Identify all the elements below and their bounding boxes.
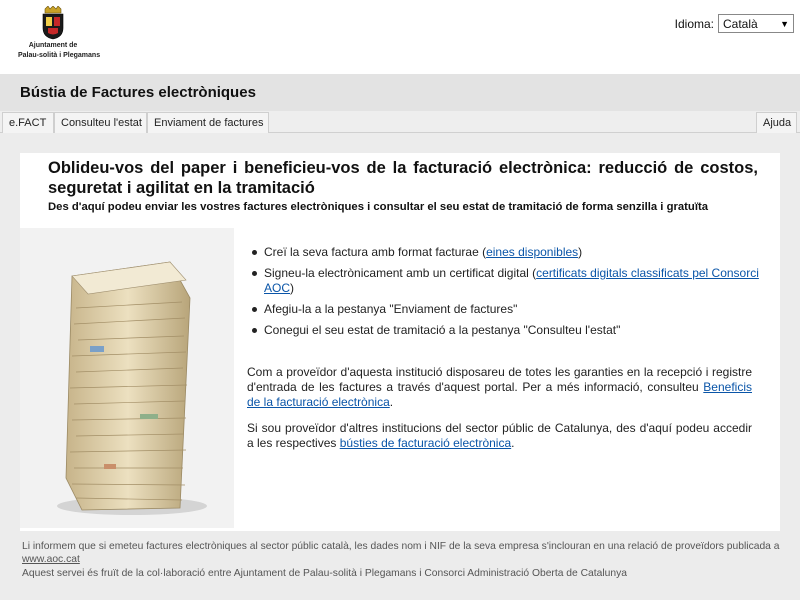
step-1-close: ): [578, 245, 583, 259]
language-dropdown[interactable]: Català ▼: [718, 14, 794, 33]
main-content: Oblideu-vos del paper i beneficieu-vos d…: [0, 133, 800, 533]
step-4-text: Conegui el seu estat de tramitació a la …: [264, 323, 621, 337]
step-2-text: Signeu-la electrònicament amb un certifi…: [264, 266, 537, 280]
collaboration-notice: Aquest servei és fruït de la col·laborac…: [22, 568, 627, 579]
tab-efact[interactable]: e.FACT: [2, 112, 54, 133]
content-panel: Oblideu-vos del paper i beneficieu-vos d…: [20, 153, 780, 531]
coat-of-arms-icon: [42, 6, 64, 40]
title-bar: Bústia de Factures electròniques: [0, 74, 800, 111]
busties-link[interactable]: bústies de facturació electrònica: [340, 436, 511, 450]
chevron-down-icon: ▼: [780, 18, 789, 29]
guarantees-paragraph: Com a proveïdor d'aquesta institució dis…: [247, 365, 752, 410]
paper-stack-illustration: [57, 261, 207, 515]
logo-line-1: Ajuntament de: [28, 42, 78, 49]
tab-consulteu-estat[interactable]: Consulteu l'estat: [54, 112, 147, 133]
privacy-notice: Li informem que si emeteu factures elect…: [22, 540, 792, 566]
list-item: Creï la seva factura amb format facturae…: [250, 245, 760, 260]
list-item: Afegiu-la a la pestanya "Enviament de fa…: [250, 302, 760, 317]
step-3-text: Afegiu-la a la pestanya "Enviament de fa…: [264, 302, 518, 316]
footer: Li informem que si emeteu factures elect…: [0, 533, 800, 600]
guarantees-end: .: [389, 395, 394, 409]
language-selector: Idioma: Català ▼: [675, 14, 794, 33]
language-label: Idioma:: [674, 16, 714, 31]
top-header: Ajuntament de Palau-solità i Plegamans I…: [0, 0, 800, 74]
step-1-text: Creï la seva factura amb format facturae…: [264, 245, 487, 259]
language-selected: Català: [723, 16, 758, 31]
guarantees-text: Com a proveïdor d'aquesta institució dis…: [247, 365, 752, 394]
aoc-link[interactable]: www.aoc.cat: [22, 554, 80, 565]
privacy-notice-text: Li informem que si emeteu factures elect…: [22, 541, 780, 552]
steps-list: Creï la seva factura amb format facturae…: [250, 245, 760, 344]
subheadline: Des d'aquí podeu enviar les vostres fact…: [48, 201, 709, 213]
list-item: Signeu-la electrònicament amb un certifi…: [250, 266, 760, 296]
tab-bar: e.FACT Consulteu l'estat Enviament de fa…: [0, 111, 800, 133]
logo-line-2: Palau-solità i Plegamans: [18, 52, 101, 59]
list-item: Conegui el seu estat de tramitació a la …: [250, 323, 760, 338]
tab-ajuda[interactable]: Ajuda: [756, 112, 797, 133]
other-institutions-paragraph: Si sou proveïdor d'altres institucions d…: [247, 421, 752, 451]
tab-enviament-factures[interactable]: Enviament de factures: [147, 112, 269, 133]
step-2-close: ): [290, 281, 295, 295]
page-title: Bústia de Factures electròniques: [20, 84, 256, 101]
paper-stack-image: [20, 228, 234, 528]
headline: Oblideu-vos del paper i beneficieu-vos d…: [48, 159, 758, 197]
eines-disponibles-link[interactable]: eines disponibles: [486, 245, 578, 259]
other-institutions-end: .: [511, 436, 515, 450]
municipality-logo[interactable]: Ajuntament de Palau-solità i Plegamans: [18, 6, 101, 68]
